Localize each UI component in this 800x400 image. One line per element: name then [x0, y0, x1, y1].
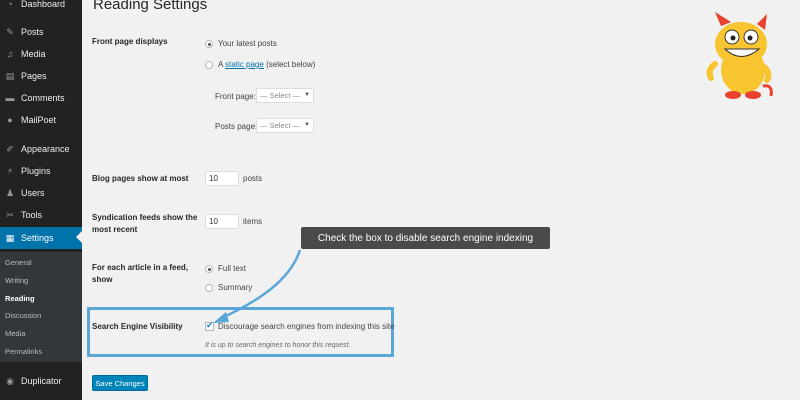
submenu-item-permalinks[interactable]: Permalinks: [5, 347, 42, 356]
discourage-search-checkbox[interactable]: ✔: [205, 320, 214, 331]
front-page-select-label: Front page:: [215, 92, 256, 101]
annotation-callout: Check the box to disable search engine i…: [301, 227, 550, 249]
front-page-select-value: — Select —: [260, 91, 301, 100]
syndication-label-line1: Syndication feeds show the: [92, 213, 198, 222]
checkmark-icon: ✔: [206, 320, 214, 330]
posts-per-page-input[interactable]: 10: [205, 171, 239, 186]
sidebar-item-label: Plugins: [21, 166, 51, 176]
sidebar-item-label: Pages: [21, 71, 47, 81]
sidebar-item-label: Appearance: [21, 144, 70, 154]
full-text-radio[interactable]: [205, 265, 213, 273]
sidebar-item-appearance[interactable]: ✐ Appearance: [0, 139, 82, 159]
sidebar-item-duplicator[interactable]: ◉ Duplicator: [0, 371, 82, 391]
sidebar-item-mailpoet[interactable]: ● MailPoet: [0, 110, 82, 130]
feed-article-label-line2: show: [92, 275, 113, 284]
items-unit: items: [243, 217, 263, 226]
sidebar-item-users[interactable]: ♟ Users: [0, 183, 82, 203]
feed-article-label-line1: For each article in a feed,: [92, 263, 189, 272]
sidebar-item-comments[interactable]: ▬ Comments: [0, 88, 82, 108]
static-page-prefix: A: [218, 60, 223, 69]
settings-submenu: General Writing Reading Discussion Media…: [0, 252, 82, 362]
sidebar-item-posts[interactable]: ✎ Posts: [0, 22, 82, 42]
comments-icon: ▬: [5, 93, 15, 103]
chevron-down-icon: ▼: [304, 122, 310, 128]
dashboard-icon: ◔: [7, 0, 13, 9]
page-title: Reading Settings: [93, 0, 208, 13]
static-page-radio[interactable]: [205, 61, 213, 69]
full-text-label: Full text: [218, 264, 247, 273]
posts-per-page-value: 10: [209, 174, 218, 183]
submenu-item-discussion[interactable]: Discussion: [5, 311, 41, 320]
save-changes-button[interactable]: Save Changes: [92, 375, 148, 391]
front-page-select[interactable]: — Select — ▼: [256, 88, 314, 103]
wrench-icon: ✂: [6, 209, 14, 220]
chevron-down-icon: ▼: [304, 92, 310, 98]
feed-items-value: 10: [209, 217, 218, 226]
sidebar-item-plugins[interactable]: ⚡ Plugins: [0, 161, 82, 181]
summary-radio[interactable]: [205, 284, 213, 292]
sidebar-item-label: MailPoet: [21, 115, 57, 125]
posts-unit: posts: [243, 174, 263, 183]
media-icon: ♫: [6, 49, 14, 59]
sidebar-item-label: Duplicator: [21, 376, 62, 386]
submenu-item-media[interactable]: Media: [5, 329, 25, 338]
search-visibility-label: Search Engine Visibility: [92, 322, 183, 331]
sidebar-item-label: Tools: [21, 210, 43, 220]
admin-sidebar: ◔ Dashboard ✎ Posts ♫ Media ▤ Pages ▬ Co…: [0, 0, 82, 400]
feed-article-label: For each article in a feed, show: [92, 262, 188, 286]
mailpoet-icon: ●: [7, 115, 13, 125]
syndication-label-line2: most recent: [92, 225, 138, 234]
front-page-label: Front page displays: [92, 37, 168, 46]
discourage-search-label: Discourage search engines from indexing …: [218, 322, 395, 331]
posts-page-select[interactable]: — Select — ▼: [256, 118, 314, 133]
latest-posts-label: Your latest posts: [218, 39, 277, 48]
sidebar-item-dashboard[interactable]: ◔ Dashboard: [0, 0, 82, 14]
syndication-label: Syndication feeds show the most recent: [92, 212, 197, 236]
sidebar-item-label: Settings: [21, 233, 54, 243]
sidebar-item-settings[interactable]: ▦ Settings: [0, 227, 82, 249]
settings-icon: ▦: [5, 232, 15, 243]
static-page-option: A static page (select below): [218, 60, 315, 69]
submenu-item-reading[interactable]: Reading: [5, 294, 35, 303]
pin-icon: ✎: [6, 26, 14, 37]
pages-icon: ▤: [5, 70, 15, 81]
visibility-description: It is up to search engines to honor this…: [205, 342, 351, 349]
posts-page-select-value: — Select —: [260, 121, 301, 130]
submenu-item-general[interactable]: General: [5, 258, 32, 267]
blog-pages-label: Blog pages show at most: [92, 174, 189, 183]
users-icon: ♟: [5, 187, 15, 198]
sidebar-item-label: Media: [21, 49, 46, 59]
submenu-item-writing[interactable]: Writing: [5, 276, 28, 285]
sidebar-item-tools[interactable]: ✂ Tools: [0, 205, 82, 225]
sidebar-item-label: Posts: [21, 27, 44, 37]
static-page-suffix: (select below): [266, 60, 316, 69]
summary-label: Summary: [218, 283, 253, 292]
mascot-illustration: [706, 12, 773, 99]
plug-icon: ⚡: [6, 165, 14, 176]
sidebar-item-media[interactable]: ♫ Media: [0, 44, 82, 64]
sidebar-item-pages[interactable]: ▤ Pages: [0, 66, 82, 86]
sidebar-item-label: Comments: [21, 93, 65, 103]
brush-icon: ✐: [6, 143, 14, 154]
posts-page-select-label: Posts page:: [215, 122, 258, 131]
latest-posts-radio[interactable]: [205, 40, 213, 48]
static-page-link[interactable]: static page: [225, 60, 264, 69]
sidebar-item-label: Users: [21, 188, 45, 198]
sidebar-item-label: Dashboard: [21, 0, 66, 9]
feed-items-input[interactable]: 10: [205, 214, 239, 229]
duplicator-icon: ◉: [6, 375, 14, 386]
